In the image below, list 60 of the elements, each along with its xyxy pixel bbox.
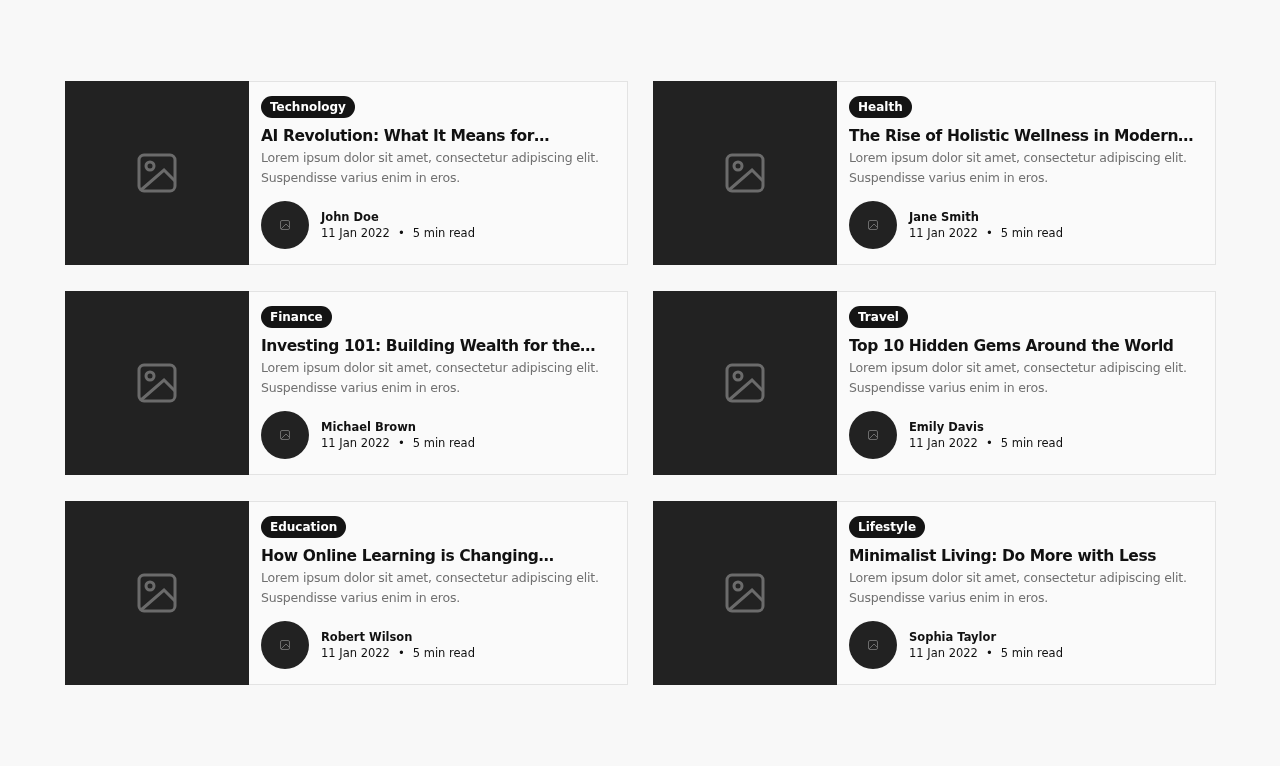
author-name: Robert Wilson	[321, 630, 414, 644]
category-tag[interactable]: Health	[849, 96, 912, 118]
article-title[interactable]: Minimalist Living: Do More with Less	[849, 547, 1157, 565]
article-excerpt: Lorem ipsum dolor sit amet, consectetur adipiscing elit. Suspendisse varius enim in eros.	[849, 359, 1188, 397]
separator-dot: •	[397, 646, 405, 660]
author-avatar	[849, 621, 897, 669]
category-tag[interactable]: Education	[261, 516, 347, 538]
read-time: 5 min read	[1000, 646, 1063, 660]
author-avatar	[849, 411, 897, 459]
read-time: 5 min read	[1000, 436, 1063, 450]
publish-date: 11 Jan 2022	[321, 646, 390, 660]
article-card[interactable]: Lifestyle Minimalist Living: Do More with Less Lorem ipsum dolor sit amet, consectetur adipiscing elit. Suspendisse varius enim in eros. Sophia Taylor 11 Jan 2022 • 5 min read	[653, 501, 1216, 685]
read-time: 5 min read	[412, 436, 475, 450]
article-excerpt: Lorem ipsum dolor sit amet, consectetur adipiscing elit. Suspendisse varius enim in eros.	[849, 149, 1188, 187]
article-title[interactable]: How Online Learning is Changing…	[261, 547, 554, 565]
article-excerpt: Lorem ipsum dolor sit amet, consectetur adipiscing elit. Suspendisse varius enim in eros.	[849, 569, 1188, 607]
separator-dot: •	[985, 226, 993, 240]
author-name: John Doe	[321, 210, 380, 224]
author-name: Michael Brown	[321, 420, 418, 434]
article-card[interactable]: Health The Rise of Holistic Wellness in Modern… Lorem ipsum dolor sit amet, consectetur adipiscing elit. Suspendisse varius enim in eros. Jane Smith 11 Jan 2022 • 5 min read	[653, 81, 1216, 265]
article-card[interactable]: Technology AI Revolution: What It Means for… Lorem ipsum dolor sit amet, consectetur adipiscing elit. Suspendisse varius enim in eros. John Doe 11 Jan 2022 • 5 min read	[65, 81, 628, 265]
image-icon	[137, 363, 177, 403]
publish-date: 11 Jan 2022	[909, 226, 978, 240]
article-card[interactable]: Finance Investing 101: Building Wealth for the… Lorem ipsum dolor sit amet, consectetur adipiscing elit. Suspendisse varius enim in eros. Michael Brown 11 Jan 2022 • 5 min read	[65, 291, 628, 475]
publish-date: 11 Jan 2022	[321, 226, 390, 240]
publish-date: 11 Jan 2022	[321, 436, 390, 450]
author-name: Sophia Taylor	[909, 630, 998, 644]
image-icon	[725, 363, 765, 403]
separator-dot: •	[985, 436, 993, 450]
article-excerpt: Lorem ipsum dolor sit amet, consectetur adipiscing elit. Suspendisse varius enim in eros.	[261, 149, 600, 187]
author-name: Emily Davis	[909, 420, 985, 434]
category-tag[interactable]: Lifestyle	[849, 516, 926, 538]
publish-date: 11 Jan 2022	[909, 436, 978, 450]
category-tag[interactable]: Technology	[261, 96, 355, 118]
article-card[interactable]: Education How Online Learning is Changing… Lorem ipsum dolor sit amet, consectetur adipiscing elit. Suspendisse varius enim in eros. Robert Wilson 11 Jan 2022 • 5 min read	[65, 501, 628, 685]
separator-dot: •	[397, 226, 405, 240]
publish-date: 11 Jan 2022	[909, 646, 978, 660]
read-time: 5 min read	[412, 646, 475, 660]
separator-dot: •	[397, 436, 405, 450]
separator-dot: •	[985, 646, 993, 660]
category-tag[interactable]: Finance	[261, 306, 332, 328]
image-icon	[725, 153, 765, 193]
image-icon	[725, 573, 765, 613]
author-avatar	[261, 201, 309, 249]
article-title[interactable]: AI Revolution: What It Means for…	[261, 127, 550, 145]
image-icon	[137, 153, 177, 193]
read-time: 5 min read	[412, 226, 475, 240]
article-title[interactable]: Top 10 Hidden Gems Around the World	[849, 337, 1174, 355]
author-avatar	[261, 621, 309, 669]
article-card[interactable]: Travel Top 10 Hidden Gems Around the World Lorem ipsum dolor sit amet, consectetur adipiscing elit. Suspendisse varius enim in eros. Emily Davis 11 Jan 2022 • 5 min read	[653, 291, 1216, 475]
article-excerpt: Lorem ipsum dolor sit amet, consectetur adipiscing elit. Suspendisse varius enim in eros.	[261, 569, 600, 607]
read-time: 5 min read	[1000, 226, 1063, 240]
article-title[interactable]: Investing 101: Building Wealth for the…	[261, 337, 596, 355]
image-icon	[137, 573, 177, 613]
author-avatar	[849, 201, 897, 249]
article-excerpt: Lorem ipsum dolor sit amet, consectetur adipiscing elit. Suspendisse varius enim in eros.	[261, 359, 600, 397]
author-name: Jane Smith	[909, 210, 980, 224]
author-avatar	[261, 411, 309, 459]
article-title[interactable]: The Rise of Holistic Wellness in Modern…	[849, 127, 1194, 145]
category-tag[interactable]: Travel	[849, 306, 908, 328]
